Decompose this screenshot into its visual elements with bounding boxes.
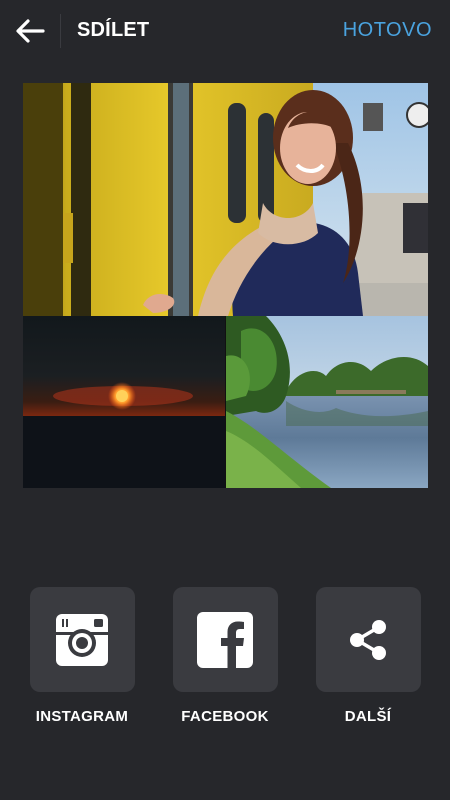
facebook-icon (197, 611, 253, 668)
collage-preview (23, 83, 428, 488)
share-facebook-button[interactable] (172, 587, 278, 692)
share-item-more: DALŠÍ (298, 587, 438, 725)
share-options: INSTAGRAM FACEBOOK DALŠÍ (0, 587, 450, 737)
photo-woman-at-yellow-train (23, 83, 428, 316)
page-title: SDÍLET (77, 19, 150, 41)
share-screen: SDÍLET HOTOVO INSTAGRAM FACEBOOK DALŠÍ (0, 0, 450, 800)
back-button[interactable] (10, 14, 50, 48)
photo-lake-with-trees (226, 316, 428, 488)
share-item-facebook: FACEBOOK (155, 587, 295, 725)
top-bar: SDÍLET HOTOVO (0, 0, 450, 62)
share-instagram-label: INSTAGRAM (35, 708, 129, 725)
photo-sunset-over-horizon (23, 316, 225, 488)
header-divider (60, 14, 61, 48)
instagram-icon (56, 613, 108, 666)
share-facebook-label: FACEBOOK (181, 708, 269, 725)
share-item-instagram: INSTAGRAM (12, 587, 152, 725)
arrow-left-icon (16, 19, 45, 43)
done-button[interactable]: HOTOVO (343, 19, 432, 42)
share-more-label: DALŠÍ (344, 708, 392, 725)
share-icon (350, 619, 386, 660)
share-more-button[interactable] (315, 587, 421, 692)
share-instagram-button[interactable] (29, 587, 135, 692)
